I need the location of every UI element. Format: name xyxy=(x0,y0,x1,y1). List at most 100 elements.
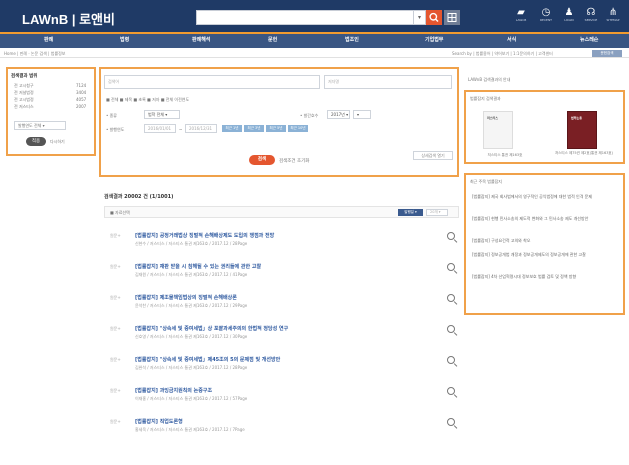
period-chip-1y[interactable]: 최근 1년 xyxy=(222,125,242,132)
search-icon[interactable] xyxy=(447,263,455,271)
recent-journal-link[interactable]: [법률잡지] 4차 산업혁명시대 정보보호 법률 검토 및 정책 방향 xyxy=(472,274,620,280)
sitemap-icon: ⋔ xyxy=(608,7,618,18)
scope-reset-link[interactable]: 다시하기 xyxy=(50,139,65,145)
nav-item-literature[interactable]: 문헌 xyxy=(268,36,277,43)
journal-1-name[interactable]: 저스티스 통권 제163호 xyxy=(470,153,540,158)
result-badge[interactable]: 원문+ xyxy=(110,233,121,239)
result-title[interactable]: [법률잡지] 직업도론형 xyxy=(135,418,183,425)
per-page-select[interactable]: 20개 ▾ xyxy=(426,209,448,216)
recent-journal-link[interactable]: [법률잡지] 정보공개법 개정과 정보공개제도의 정보공개에 관한 고찰 xyxy=(472,252,620,258)
recent-journal-link[interactable]: [법률잡지] 현행 민사소송의 제도적 변화와 그 민사소송 제도 개선방안 xyxy=(472,216,620,222)
search-icon[interactable] xyxy=(447,325,455,333)
year-scope-select[interactable]: 발행연도 전체 ▾ xyxy=(14,121,66,130)
nav-item-precedent[interactable]: 판례 xyxy=(44,36,53,43)
scope-item-1-count: 7124 xyxy=(76,83,87,88)
result-badge[interactable]: 원문+ xyxy=(110,357,121,363)
journal-cover-1-title: 저스티스 xyxy=(487,116,499,120)
journal-results-title: 법률잡지 검색결과 xyxy=(470,96,501,101)
history-icon-button[interactable]: ◷ RECENT xyxy=(535,7,557,29)
history-icon: ◷ xyxy=(541,7,551,18)
author-input[interactable]: 저자명 xyxy=(324,75,452,89)
nav-item-news[interactable]: 뉴스레슨 xyxy=(580,36,598,43)
period-chip-3y[interactable]: 최근 3년 xyxy=(244,125,264,132)
search-scope-dropdown[interactable]: ▾ xyxy=(413,10,426,25)
nav-item-law[interactable]: 법령 xyxy=(120,36,129,43)
app-root: { "header": { "logo": "LAWnB | 로앤비", "ic… xyxy=(0,0,629,465)
scope-item-2-count: 3404 xyxy=(76,90,87,95)
search-field-options[interactable]: ■ 전체 ■ 제목 ■ 초록 ■ 저자 ■ 전체 이전연도 xyxy=(106,97,189,103)
issue-label: • 발간호수 xyxy=(300,113,319,118)
user-icon: ♟ xyxy=(564,7,574,18)
result-title[interactable]: [법률잡지] "상속세 및 증여세법」상 포괄과세주의의 한법적 정당성 연구 xyxy=(135,325,288,332)
result-badge[interactable]: 원문+ xyxy=(110,388,121,394)
scope-item-1-label[interactable]: 전 고시청구 xyxy=(14,83,34,89)
grid-menu-button[interactable] xyxy=(444,10,460,25)
folder-icon-button[interactable]: ▰ LAWnB xyxy=(510,7,532,29)
scope-item-4-label[interactable]: 전 저스티스 xyxy=(14,104,34,110)
breadcrumb[interactable]: Home | 판례 · 논문 검색 | 법률정보 xyxy=(4,51,65,57)
search-reset-link[interactable]: 검색조건 초기화 xyxy=(279,158,309,164)
global-search-input[interactable] xyxy=(196,10,414,25)
scope-item-3-count: 4057 xyxy=(76,97,87,102)
journal-2-name[interactable]: 저스티스 제75권 제2호(통권 제163호) xyxy=(553,151,615,156)
recent-journal-link[interactable]: [법률잡지] 구성요건적 고의와 착오 xyxy=(472,238,620,244)
result-scope-title: 검색결과 범위 xyxy=(11,74,38,79)
result-meta: 홍세욱 / 저스티스 / 저스티스 통권 제163호 / 2017.12 / 7… xyxy=(135,427,245,432)
search-icon[interactable] xyxy=(447,418,455,426)
issue-year-select[interactable]: 2017년 ▾ xyxy=(327,110,350,119)
result-title[interactable]: [법률잡지] 과잉금지원칙의 논증구조 xyxy=(135,387,212,394)
scope-item-3-label[interactable]: 전 고시법정 xyxy=(14,97,34,103)
result-title[interactable]: [법률잡지] 재판 받을 시 침해될 수 있는 권리들에 관한 고찰 xyxy=(135,263,261,270)
period-chip-10y[interactable]: 최근 10년 xyxy=(288,125,308,132)
recent-journal-link[interactable]: [법률잡지] 제국 회사법에서의 영구적인 공익법정에 대한 법적 인격 문제 xyxy=(472,194,620,200)
type-label: • 종류 xyxy=(106,113,117,118)
search-icon[interactable] xyxy=(447,387,455,395)
scope-apply-button[interactable]: 적용 xyxy=(26,137,46,146)
journal-cover-2[interactable]: 법학논총 xyxy=(567,111,597,149)
site-logo[interactable]: LAWnB | 로앤비 xyxy=(22,9,115,28)
utility-links[interactable]: Search by | 법률용어 | 약어보기 | 1:1문의하기 | 고객센터 xyxy=(452,51,553,57)
period-chip-5y[interactable]: 최근 5년 xyxy=(266,125,286,132)
literature-search-button[interactable]: 문헌검색 xyxy=(592,50,622,57)
result-title[interactable]: [법률잡지] 제조물책임법상의 징벌적 손해배상론 xyxy=(135,294,237,301)
sitemap-icon-button[interactable]: ⋔ SITEMAP xyxy=(602,7,624,29)
result-meta: 김재원 / 저스티스 / 저스티스 통권 제163호 / 2017.12 / 4… xyxy=(135,272,248,277)
result-title[interactable]: [법률잡지] 공정거래법상 징벌적 손해배상제도 도입의 쟁점과 전망 xyxy=(135,232,274,239)
right-panel-title: LAWnB 검색결과의 안내 xyxy=(468,77,511,82)
keyword-input[interactable]: 검색어 xyxy=(104,75,320,89)
search-icon[interactable] xyxy=(447,356,455,364)
type-select[interactable]: 법학 전체 ▾ xyxy=(144,110,180,119)
user-icon-button[interactable]: ♟ LOGIN xyxy=(558,7,580,29)
issue-number-select[interactable]: ▾ xyxy=(353,110,371,119)
scope-item-2-label[interactable]: 전 저널법정 xyxy=(14,90,34,96)
from-date-input[interactable]: 2016/01/01 xyxy=(144,124,176,133)
search-submit-button[interactable]: 검색 xyxy=(249,155,275,165)
global-search-button[interactable] xyxy=(426,10,442,25)
journal-cover-2-title: 법학논총 xyxy=(571,116,583,120)
detail-search-toggle[interactable]: 상세검색 열기 xyxy=(413,151,453,160)
result-badge[interactable]: 원문+ xyxy=(110,264,121,270)
period-label: • 발행연도 xyxy=(106,127,125,132)
result-title[interactable]: [법률잡지] "상속세 및 증여세법」제45조의 5의 문제점 및 개선방안 xyxy=(135,356,280,363)
result-meta: 신현수 / 저스티스 / 저스티스 통권 제163호 / 2017.12 / 2… xyxy=(135,241,248,246)
sort-select[interactable]: 발행일 ▾ xyxy=(398,209,423,216)
result-badge[interactable]: 원문+ xyxy=(110,295,121,301)
nav-item-corporate[interactable]: 기업법무 xyxy=(425,36,443,43)
nav-item-lawyers[interactable]: 법조인 xyxy=(345,36,359,43)
result-badge[interactable]: 원문+ xyxy=(110,419,121,425)
select-all-checkbox[interactable]: ■ 자료선택 xyxy=(110,210,130,216)
result-badge[interactable]: 원문+ xyxy=(110,326,121,332)
result-summary: 검색결과 20002 건 (1/1001) xyxy=(104,194,174,200)
main-nav xyxy=(0,32,629,48)
recent-journals-title: 최근 주목 법률잡지 xyxy=(470,179,502,184)
nav-item-interpretation[interactable]: 판례해석 xyxy=(192,36,210,43)
nav-item-forms[interactable]: 서식 xyxy=(507,36,516,43)
headset-icon-button[interactable]: ☊ SERVICE xyxy=(580,7,602,29)
scope-item-4-count: 2007 xyxy=(76,104,87,109)
to-date-input[interactable]: 2016/12/31 xyxy=(185,124,217,133)
search-icon[interactable] xyxy=(447,232,455,240)
search-icon[interactable] xyxy=(447,294,455,302)
result-meta: 이재홍 / 저스티스 / 저스티스 통권 제163호 / 2017.12 / 5… xyxy=(135,396,248,401)
grid-icon xyxy=(447,13,457,22)
journal-cover-1[interactable]: 저스티스 xyxy=(483,111,513,149)
